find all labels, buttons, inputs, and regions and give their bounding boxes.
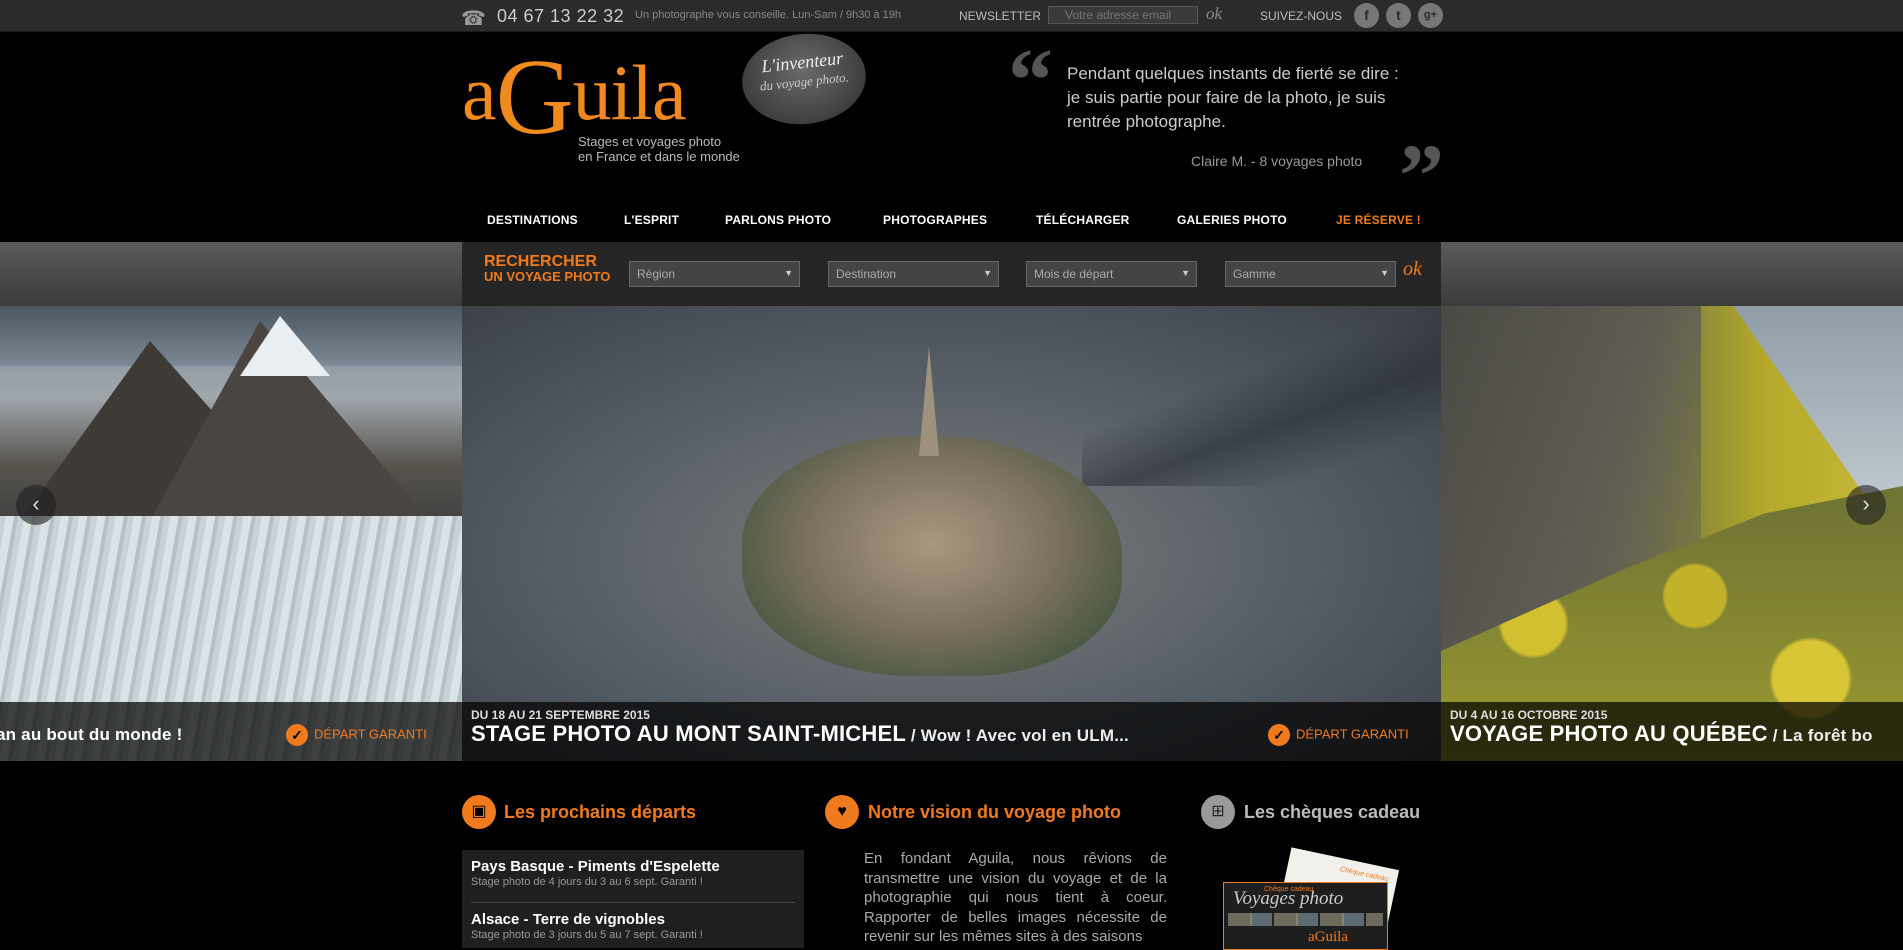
slide-title: VOYAGE PHOTO AU QUÉBEC / La forêt bo (1450, 721, 1873, 746)
site-header (0, 32, 1903, 242)
gift-voucher-image[interactable]: Chèque cadeau Voyages photo aGuila (1223, 882, 1388, 950)
search-strip-left (0, 242, 462, 306)
nav-photographes[interactable]: PHOTOGRAPHES (883, 213, 987, 227)
slider-prev-button[interactable]: ‹ (16, 485, 56, 525)
vision-title[interactable]: Notre vision du voyage photo (868, 802, 1121, 823)
slide-patagonia[interactable]: an au bout du monde ! ✓ DÉPART GARANTI (0, 306, 462, 761)
suitcase-icon: ▣ (462, 795, 496, 829)
region-select[interactable]: Région ▼ (629, 261, 800, 287)
departs-list: Pays Basque - Piments d'Espelette Stage … (462, 850, 804, 948)
nav-je-reserve[interactable]: JE RÉSERVE ! (1336, 213, 1421, 227)
range-select[interactable]: Gamme ▼ (1225, 261, 1396, 287)
slide-snow-peak (240, 316, 330, 376)
quote-open-icon: “ (1008, 31, 1053, 130)
nav-esprit[interactable]: L'ESPRIT (624, 213, 679, 227)
heart-icon: ♥ (825, 795, 859, 829)
twitter-icon[interactable]: t (1386, 3, 1411, 28)
follow-us-label: SUIVEZ-NOUS (1260, 9, 1343, 23)
slide-date: DU 4 AU 16 OCTOBRE 2015 (1450, 708, 1608, 722)
phone-number[interactable]: 04 67 13 22 32 (497, 6, 624, 27)
gift-icon: ⊞ (1201, 795, 1235, 829)
slide-mont-saint-michel[interactable]: DU 18 AU 21 SEPTEMBRE 2015 STAGE PHOTO A… (462, 306, 1441, 761)
slide-caption: DU 18 AU 21 SEPTEMBRE 2015 STAGE PHOTO A… (462, 702, 1441, 761)
quote-close-icon: ” (1399, 127, 1444, 226)
chevron-down-icon: ▼ (784, 268, 793, 278)
guarantee-badge: ✓ DÉPART GARANTI (286, 724, 427, 746)
slide-caption: an au bout du monde ! ✓ DÉPART GARANTI (0, 702, 462, 761)
slide-island (742, 436, 1122, 676)
nav-destinations[interactable]: DESTINATIONS (487, 213, 578, 227)
list-item[interactable]: Pays Basque - Piments d'Espelette Stage … (471, 858, 720, 888)
check-icon: ✓ (286, 724, 308, 746)
search-strip-right (1441, 242, 1903, 306)
slider-next-button[interactable]: › (1846, 485, 1886, 525)
nav-telecharger[interactable]: TÉLÉCHARGER (1036, 213, 1130, 227)
trip-slider: an au bout du monde ! ✓ DÉPART GARANTI DU… (0, 306, 1903, 761)
top-bar: ☎ 04 67 13 22 32 Un photographe vous con… (0, 0, 1903, 32)
destination-select[interactable]: Destination ▼ (828, 261, 999, 287)
newsletter-email-input[interactable] (1048, 6, 1198, 24)
slide-title: STAGE PHOTO AU MONT SAINT-MICHEL / Wow !… (471, 721, 1129, 746)
list-item[interactable]: Alsace - Terre de vignobles Stage photo … (471, 911, 703, 941)
chevron-down-icon: ▼ (1181, 268, 1190, 278)
slide-shadow (1082, 306, 1441, 486)
departs-title[interactable]: Les prochains départs (504, 802, 696, 823)
newsletter-submit-button[interactable]: ok (1206, 4, 1222, 24)
newsletter-label: NEWSLETTER (959, 9, 1042, 23)
cheques-title[interactable]: Les chèques cadeau (1244, 802, 1420, 823)
slide-quebec[interactable]: DU 4 AU 16 OCTOBRE 2015 VOYAGE PHOTO AU … (1441, 306, 1903, 761)
vision-text: En fondant Aguila, nous rêvions de trans… (864, 850, 1167, 945)
slide-date: DU 18 AU 21 SEPTEMBRE 2015 (471, 708, 650, 722)
guarantee-badge: ✓ DÉPART GARANTI (1268, 724, 1409, 746)
month-select[interactable]: Mois de départ ▼ (1026, 261, 1197, 287)
slide-spire (919, 346, 939, 456)
google-plus-icon[interactable]: g+ (1418, 3, 1443, 28)
testimonial-quote: Pendant quelques instants de fierté se d… (1067, 64, 1399, 131)
slide-title: an au bout du monde ! (0, 725, 183, 744)
opening-hours: Un photographe vous conseille. Lun-Sam /… (635, 9, 902, 21)
check-icon: ✓ (1268, 724, 1290, 746)
nav-parlons-photo[interactable]: PARLONS PHOTO (725, 213, 831, 227)
nav-galeries-photo[interactable]: GALERIES PHOTO (1177, 213, 1287, 227)
chevron-down-icon: ▼ (1380, 268, 1389, 278)
divider (471, 902, 795, 903)
voucher-thumbnails (1228, 913, 1383, 926)
search-submit-button[interactable]: ok (1403, 258, 1422, 281)
logo-tagline: Stages et voyages photo en France et dan… (578, 134, 740, 164)
facebook-icon[interactable]: f (1354, 3, 1379, 28)
search-title: RECHERCHER UN VOYAGE PHOTO (484, 253, 611, 285)
main-nav: DESTINATIONS L'ESPRIT PARLONS PHOTO PHOT… (0, 213, 1903, 241)
chevron-down-icon: ▼ (983, 268, 992, 278)
slide-caption: DU 4 AU 16 OCTOBRE 2015 VOYAGE PHOTO AU … (1441, 702, 1903, 761)
phone-icon: ☎ (461, 8, 486, 30)
testimonial-author: Claire M. - 8 voyages photo (1191, 153, 1363, 169)
